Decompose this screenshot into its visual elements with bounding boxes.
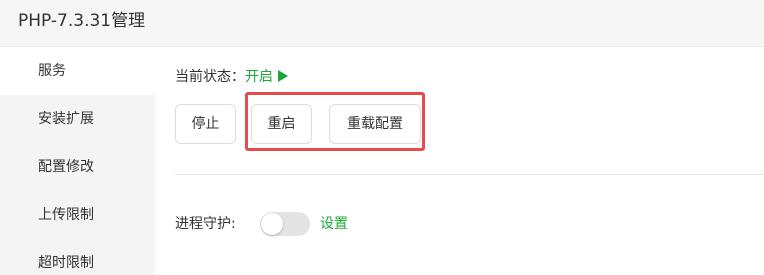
process-guard-settings-link[interactable]: 设置 [320, 211, 348, 237]
restart-button[interactable]: 重启 [251, 104, 312, 144]
sidebar-item-label: 超时限制 [38, 255, 94, 271]
sidebar: 服务 安装扩展 配置修改 上传限制 超时限制 [0, 47, 155, 275]
sidebar-item-label: 服务 [38, 63, 66, 79]
window-title: PHP-7.3.31管理 [18, 11, 146, 31]
service-panel: 当前状态：开启 停止 重启 重载配置 进程守护: 设置 [155, 47, 764, 275]
process-guard-toggle[interactable] [260, 212, 310, 236]
sidebar-item-label: 安装扩展 [38, 111, 94, 127]
status-value: 开启 [245, 69, 273, 85]
process-guard-label: 进程守护: [175, 216, 236, 232]
window-titlebar: PHP-7.3.31管理 [0, 0, 764, 47]
status-label: 当前状态： [175, 69, 245, 85]
sidebar-item-install-extensions[interactable]: 安装扩展 [0, 95, 155, 143]
status-row: 当前状态：开启 [175, 67, 288, 87]
sidebar-item-label: 配置修改 [38, 159, 94, 175]
toggle-knob [261, 213, 283, 235]
stop-button[interactable]: 停止 [175, 104, 236, 144]
divider [175, 174, 764, 175]
sidebar-item-service[interactable]: 服务 [0, 47, 155, 95]
sidebar-item-upload-limit[interactable]: 上传限制 [0, 191, 155, 239]
sidebar-item-timeout-limit[interactable]: 超时限制 [0, 239, 155, 275]
play-icon [278, 70, 288, 82]
reload-config-button[interactable]: 重载配置 [329, 104, 421, 144]
sidebar-item-config-edit[interactable]: 配置修改 [0, 143, 155, 191]
sidebar-item-label: 上传限制 [38, 207, 94, 223]
php-manager-window: PHP-7.3.31管理 服务 安装扩展 配置修改 上传限制 超时限制 当前状态… [0, 0, 764, 275]
